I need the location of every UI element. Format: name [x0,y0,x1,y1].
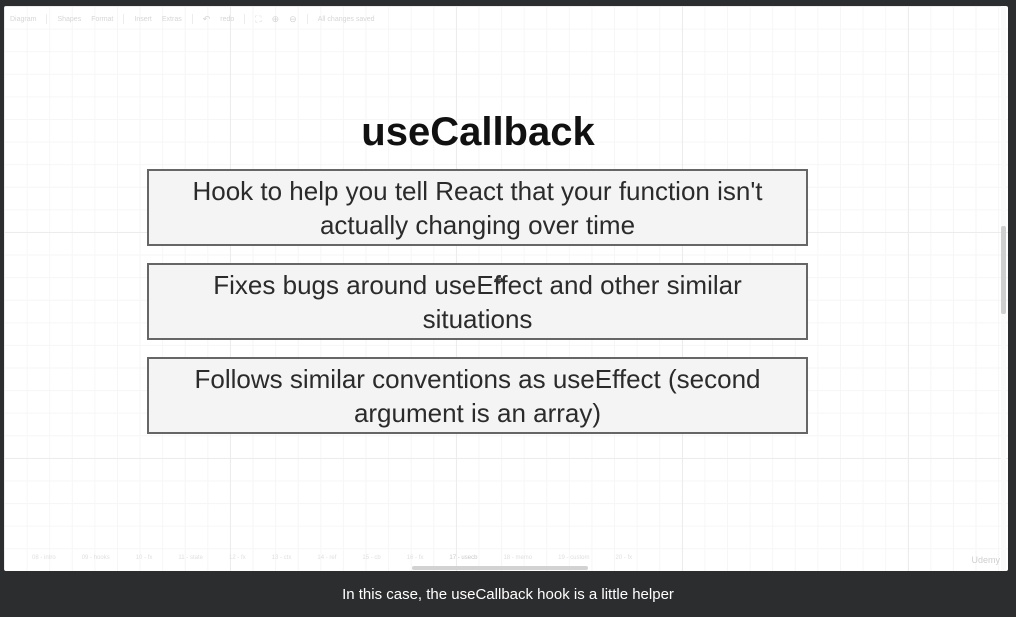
toolbar-divider [244,14,246,24]
page-tab[interactable]: 19 - custom [558,555,589,565]
horizontal-scrollbar-thumb[interactable] [412,566,588,570]
format-menu[interactable]: Format [91,16,113,23]
drawio-toolbar: Diagram Shapes Format Insert Extras ↶ re… [10,12,375,26]
redo-button[interactable]: redo [220,16,234,23]
video-frame[interactable]: Diagram Shapes Format Insert Extras ↶ re… [4,6,1008,571]
move-cursor-icon: ✥ [494,273,505,287]
point-text-3: Follows similar conventions as useEffect… [194,363,761,428]
toolbar-divider [306,14,308,24]
page-tab[interactable]: 16 - fx [407,555,424,565]
video-caption: In this case, the useCallback hook is a … [342,585,674,603]
page-tab[interactable]: 12 - fx [229,555,246,565]
toolbar-divider [46,14,48,24]
udemy-watermark: Udemy [971,555,1000,565]
vertical-scrollbar[interactable] [1001,6,1006,571]
undo-icon[interactable]: ↶ [203,14,211,25]
page-tab[interactable]: 09 - hooks [82,555,110,565]
vertical-scrollbar-thumb[interactable] [1001,226,1006,314]
page-tab[interactable]: 15 - cb [362,555,380,565]
diagram-menu[interactable]: Diagram [10,16,36,23]
page-tabs: 08 - intro 09 - hooks 10 - fx 11 - state… [32,555,632,565]
point-text-1: Hook to help you tell React that your fu… [192,175,763,240]
shapes-menu[interactable]: Shapes [57,16,81,23]
fullscreen-icon[interactable]: ⛶ [255,14,261,25]
point-box-2[interactable]: Fixes bugs around useEffect and other si… [147,263,808,340]
page-tab[interactable]: 18 - memo [503,555,532,565]
page-tab[interactable]: 20 - fx [615,555,632,565]
zoom-in-icon[interactable]: ⊕ [272,14,280,25]
page-tab[interactable]: 10 - fx [136,555,153,565]
zoom-out-icon[interactable]: ⊖ [289,14,297,25]
page-tab-active[interactable]: 17 - usecb [449,555,477,565]
insert-menu[interactable]: Insert [134,16,152,23]
toolbar-divider [191,14,193,24]
page-tab[interactable]: 14 - ref [317,555,336,565]
point-box-1[interactable]: Hook to help you tell React that your fu… [147,169,808,246]
page-tab[interactable]: 13 - ctx [272,555,292,565]
toolbar-divider [123,14,125,24]
slide-title: useCallback [361,110,595,154]
save-status: All changes saved [317,15,375,23]
point-text-2: Fixes bugs around useEffect and other si… [213,269,742,334]
page-tab[interactable]: 08 - intro [32,555,56,565]
page-tab[interactable]: 11 - state [178,555,203,565]
extras-menu[interactable]: Extras [162,16,182,23]
point-box-3[interactable]: Follows similar conventions as useEffect… [147,357,808,434]
